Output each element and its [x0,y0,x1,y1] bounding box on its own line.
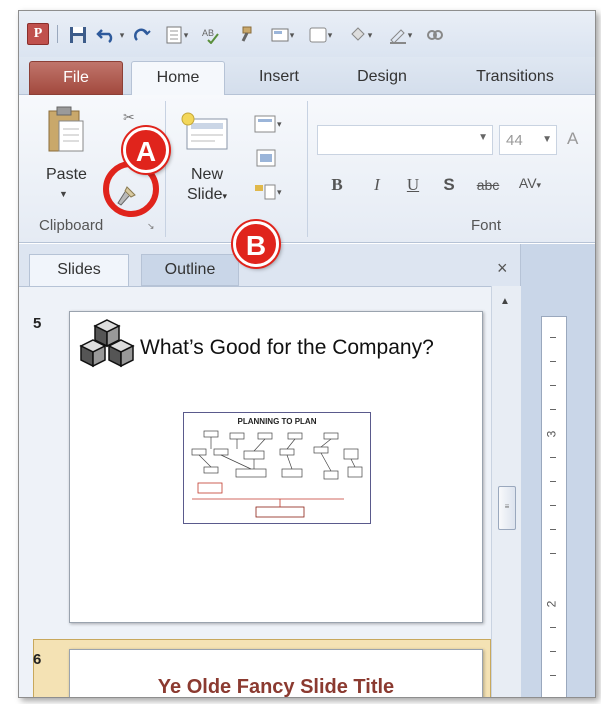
cubes-logo-icon [76,318,138,376]
ruler-tick [550,529,556,530]
tab-design[interactable]: Design [337,61,427,95]
new-slide-button[interactable]: New Slide▾ [185,165,229,206]
svg-text:AB: AB [202,28,214,38]
font-group-label: Font [471,217,502,234]
diagram-title: PLANNING TO PLAN [237,417,317,426]
slide-thumbnail-6[interactable]: Ye Olde Fancy Slide Title [69,649,483,698]
group-separator [307,101,308,237]
tab-home[interactable]: Home [131,61,225,96]
ruler-tick [550,409,556,410]
bold-button[interactable]: B [327,175,347,195]
powerpoint-window: P ▾ ▾ AB ▾ ▾ ▾ ▾ File Home Insert Design… [18,10,596,698]
ruler-tick [550,385,556,386]
svg-text:▾: ▾ [277,187,282,197]
ribbon-home: Paste ▼ ✂ Clipboard ↘ New Slide▾ ▾ ▾ ▼ 4… [19,95,595,243]
chevron-down-icon[interactable]: ▼ [542,134,552,145]
link-icon[interactable] [423,25,447,45]
font-size-value: 44 [506,132,523,149]
new-slide-icon[interactable]: ▾ [265,25,299,45]
layout-button[interactable]: ▾ [253,113,287,135]
svg-text:▾: ▾ [277,119,282,129]
callout-badge-b: B [233,221,279,267]
scroll-thumb[interactable]: ≡ [498,486,516,530]
ruler-label: 3 [544,430,559,438]
outline-icon[interactable]: ▾ [383,25,417,45]
thumbnail-scrollbar[interactable]: ▲ ≡ [491,286,521,697]
chevron-down-icon[interactable]: ▼ [478,132,488,143]
clipboard-launcher-icon[interactable]: ↘ [147,221,155,232]
slide-title: What’s Good for the Company? [140,336,434,359]
tab-insert[interactable]: Insert [239,61,319,95]
undo-icon[interactable]: ▾ [95,25,125,45]
paste-button[interactable]: Paste [46,166,87,184]
section-button[interactable]: ▾ [253,181,287,203]
tab-transitions[interactable]: Transitions [445,61,585,95]
planning-diagram-image: PLANNING TO PLAN [183,412,371,524]
save-icon[interactable] [67,25,89,45]
ruler-tick [550,627,556,628]
new-slide-large-icon[interactable] [179,109,231,153]
ruler-tick [550,337,556,338]
tab-outline[interactable]: Outline [141,254,239,286]
slide-title: Ye Olde Fancy Slide Title [157,676,395,698]
new-slide-label-line1: New [190,166,223,183]
paste-dropdown-arrow[interactable]: ▼ [59,189,68,199]
toolbar-separator [57,25,58,43]
redo-icon[interactable] [131,25,153,45]
fill-icon[interactable]: ▾ [343,25,377,45]
slide-thumbnail-5[interactable]: What’s Good for the Company? PLANNING TO… [69,311,483,623]
character-spacing-label: AV [518,175,537,191]
vertical-ruler: 3 2 [541,316,567,697]
editing-pane-edge: 3 2 [521,244,595,697]
ruler-tick [550,553,556,554]
slide-number: 5 [33,315,42,332]
slides-panel: Slides Outline × 5 What’s Good for the C… [19,244,521,698]
slide-thumbnails: 5 What’s Good for the Company? PLANNING … [19,286,491,698]
font-name-combobox[interactable]: ▼ [317,125,493,155]
clipboard-group-label: Clipboard [39,217,104,234]
reset-button[interactable] [253,147,287,169]
strikethrough-button[interactable]: abc [469,177,507,193]
grow-font-icon[interactable]: A [567,129,578,149]
shape-icon[interactable]: ▾ [303,25,337,45]
tab-file[interactable]: File [29,61,123,95]
italic-button[interactable]: I [367,175,387,195]
ruler-tick [550,651,556,652]
close-icon[interactable]: × [497,258,508,279]
new-slide-label-line2: Slide▾ [186,186,228,203]
ruler-tick [550,361,556,362]
shadow-button[interactable]: S [439,175,459,195]
quick-access-toolbar: P ▾ ▾ AB ▾ ▾ ▾ ▾ [19,11,595,57]
cut-icon[interactable]: ✂ [123,109,135,126]
paste-icon[interactable] [47,105,85,153]
spelling-icon[interactable]: AB [199,25,227,45]
ruler-tick [550,675,556,676]
format-painter-icon[interactable] [231,25,259,45]
character-spacing-button[interactable]: AV▾ [515,175,545,191]
ruler-label: 2 [544,600,559,608]
scroll-up-arrow-icon[interactable]: ▲ [500,296,510,307]
slide-number: 6 [33,651,42,668]
powerpoint-logo-icon[interactable]: P [27,23,49,45]
ruler-tick [550,481,556,482]
underline-button[interactable]: U [403,175,423,195]
ruler-tick [550,457,556,458]
ruler-tick [550,505,556,506]
group-separator [165,101,166,237]
slide-layout-icon[interactable]: ▾ [159,25,193,45]
grip-icon: ≡ [504,502,510,511]
tab-slides[interactable]: Slides [29,254,129,286]
ribbon-tabs: File Home Insert Design Transitions [19,57,595,96]
font-size-combobox[interactable]: 44 ▼ [499,125,557,155]
callout-badge-a: A [123,127,169,173]
